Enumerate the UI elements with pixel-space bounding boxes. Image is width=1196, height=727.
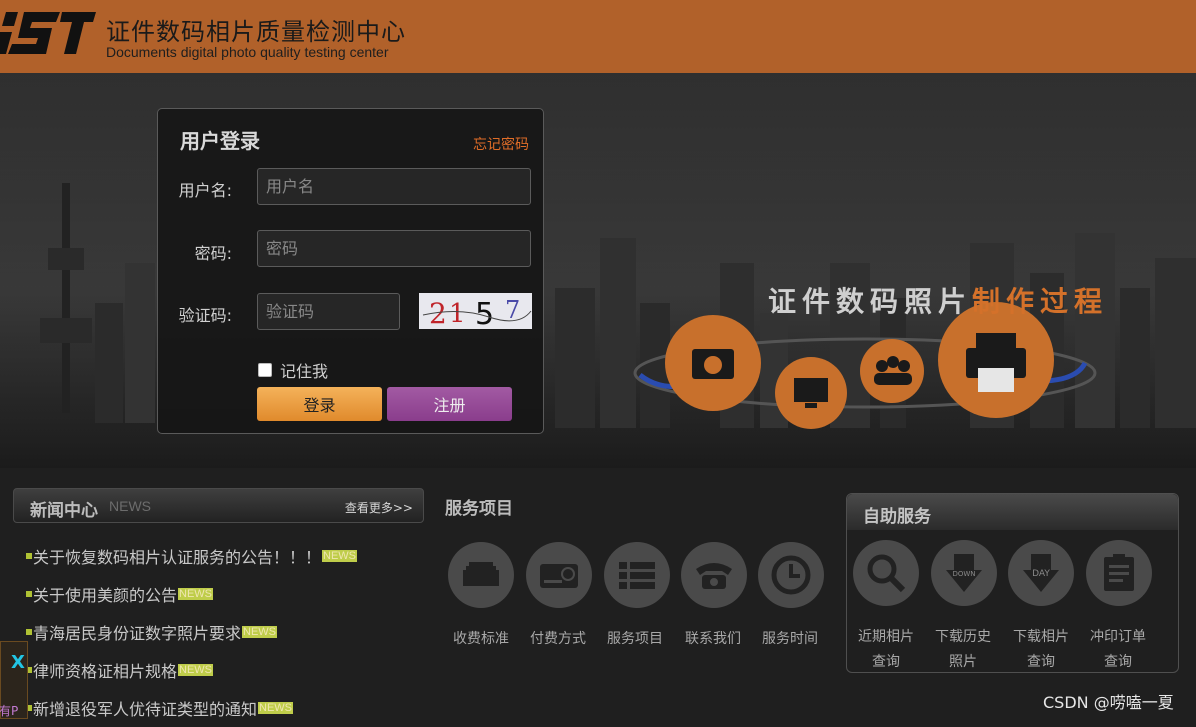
process-title-highlight: 制作过程 <box>972 285 1109 318</box>
bullet-icon <box>26 629 32 635</box>
captcha-digit: 1 <box>449 299 466 329</box>
captcha-label: 验证码: <box>178 306 232 325</box>
news-item-text: 关于恢复数码相片认证服务的公告！！！ <box>33 548 322 567</box>
news-item-text: 律师资格证相片规格 <box>33 662 178 681</box>
news-item-text: 关于使用美颜的公告 <box>33 586 178 605</box>
username-label: 用户名: <box>178 181 232 200</box>
news-item[interactable]: 关于恢复数码相片认证服务的公告！！！ NEWS <box>26 537 426 575</box>
close-icon[interactable]: X <box>11 652 25 673</box>
news-item[interactable]: 关于使用美颜的公告 NEWS <box>26 575 426 613</box>
remember-label: 记住我 <box>280 362 329 381</box>
login-button[interactable]: 登录 <box>257 387 382 421</box>
news-badge: NEWS <box>322 550 358 562</box>
payment-method-label: 付费方式 <box>530 631 586 647</box>
contact-us-label: 联系我们 <box>685 631 741 647</box>
download-icon: DOWN <box>946 554 982 592</box>
news-badge: NEWS <box>242 626 278 638</box>
print-order-query-button[interactable] <box>1086 540 1152 606</box>
side-widget-text: 有P <box>0 704 19 718</box>
services-title: 服务项目 <box>445 499 513 519</box>
icon-caption: DOWN <box>952 570 975 578</box>
service-hours-label: 服务时间 <box>762 631 818 647</box>
news-header: 新闻中心 NEWS 查看更多>> <box>13 488 424 523</box>
remember-checkbox[interactable] <box>258 363 272 377</box>
self-label-line1: 冲印订单 <box>1090 629 1146 645</box>
login-title: 用户登录 <box>180 129 260 153</box>
process-title: 证件数码照片制作过程 <box>768 280 1108 320</box>
csdn-watermark: CSDN @唠嗑一夏 <box>1043 693 1174 712</box>
phone-icon <box>696 563 732 589</box>
news-title: 新闻中心 <box>30 501 98 521</box>
news-badge: NEWS <box>178 588 214 600</box>
password-input[interactable] <box>257 230 531 267</box>
bullet-icon <box>26 553 32 559</box>
self-label-line2: 查询 <box>1104 654 1132 670</box>
news-list: 关于恢复数码相片认证服务的公告！！！ NEWS 关于使用美颜的公告 NEWS 青海居… <box>26 537 426 727</box>
password-label: 密码: <box>194 244 232 263</box>
captcha-input[interactable] <box>257 293 400 330</box>
username-input[interactable] <box>257 168 531 205</box>
self-label-line1: 下载相片 <box>1013 629 1069 645</box>
captcha-image[interactable]: 2 1 5 7 <box>419 293 532 329</box>
clock-icon <box>771 555 811 595</box>
login-panel: 用户登录 忘记密码 用户名: 密码: 验证码: 2 1 5 7 记住我 登录 注… <box>157 108 544 434</box>
news-badge: NEWS <box>178 664 214 676</box>
captcha-digit: 5 <box>475 297 494 329</box>
clipboard-icon <box>1104 554 1134 591</box>
news-item-text: 新增退役军人优待证类型的通知 <box>33 700 258 719</box>
service-items-label: 服务项目 <box>607 631 663 647</box>
day-download-icon: DAY <box>1023 554 1059 592</box>
self-service-header: 自助服务 <box>847 494 1178 530</box>
side-widget[interactable]: X 有P <box>0 641 28 719</box>
search-icon <box>867 554 906 593</box>
self-label-line2: 照片 <box>949 654 977 670</box>
self-service-panel: 自助服务 DOWN DAY 近期相片 查询 下载历史 照片 下载相片 查询 冲印… <box>846 493 1179 673</box>
contact-us-button[interactable] <box>681 542 747 608</box>
download-photo-query-button[interactable]: DAY <box>1008 540 1074 606</box>
brand-title-en: Documents digital photo quality testing … <box>106 44 389 60</box>
money-icon <box>463 562 499 586</box>
list-icon <box>619 562 655 589</box>
news-more-link[interactable]: 查看更多>> <box>345 499 413 516</box>
download-history-button[interactable]: DOWN <box>931 540 997 606</box>
news-item[interactable]: 青海居民身份证数字照片要求 NEWS <box>26 613 426 651</box>
site-header: 证件数码相片质量检测中心 Documents digital photo qua… <box>0 0 1196 73</box>
self-label-line1: 近期相片 <box>858 629 914 645</box>
site-logo[interactable] <box>0 10 96 58</box>
news-item[interactable]: 新增退役军人优待证类型的通知 NEWS <box>26 689 426 727</box>
brand-title-cn: 证件数码相片质量检测中心 <box>106 18 406 46</box>
fee-standard-label: 收费标准 <box>453 631 509 647</box>
news-item-text: 青海居民身份证数字照片要求 <box>33 624 242 643</box>
forgot-password-link[interactable]: 忘记密码 <box>473 134 529 154</box>
register-button[interactable]: 注册 <box>387 387 512 421</box>
payment-method-button[interactable] <box>526 542 592 608</box>
self-label-line2: 查询 <box>1027 654 1055 670</box>
card-icon <box>540 564 578 588</box>
recent-photo-query-button[interactable] <box>853 540 919 606</box>
process-title-main: 证件数码照片 <box>768 285 973 318</box>
service-items-button[interactable] <box>604 542 670 608</box>
bullet-icon <box>26 591 32 597</box>
news-tag: NEWS <box>109 498 151 514</box>
self-service-title: 自助服务 <box>863 507 931 527</box>
icon-caption: DAY <box>1032 569 1050 579</box>
self-label-line1: 下载历史 <box>935 629 991 645</box>
fee-standard-button[interactable] <box>448 542 514 608</box>
service-hours-button[interactable] <box>758 542 824 608</box>
news-item[interactable]: 律师资格证相片规格 NEWS <box>26 651 426 689</box>
news-badge: NEWS <box>258 702 294 714</box>
self-label-line2: 查询 <box>872 654 900 670</box>
remember-me[interactable]: 记住我 <box>258 358 328 382</box>
